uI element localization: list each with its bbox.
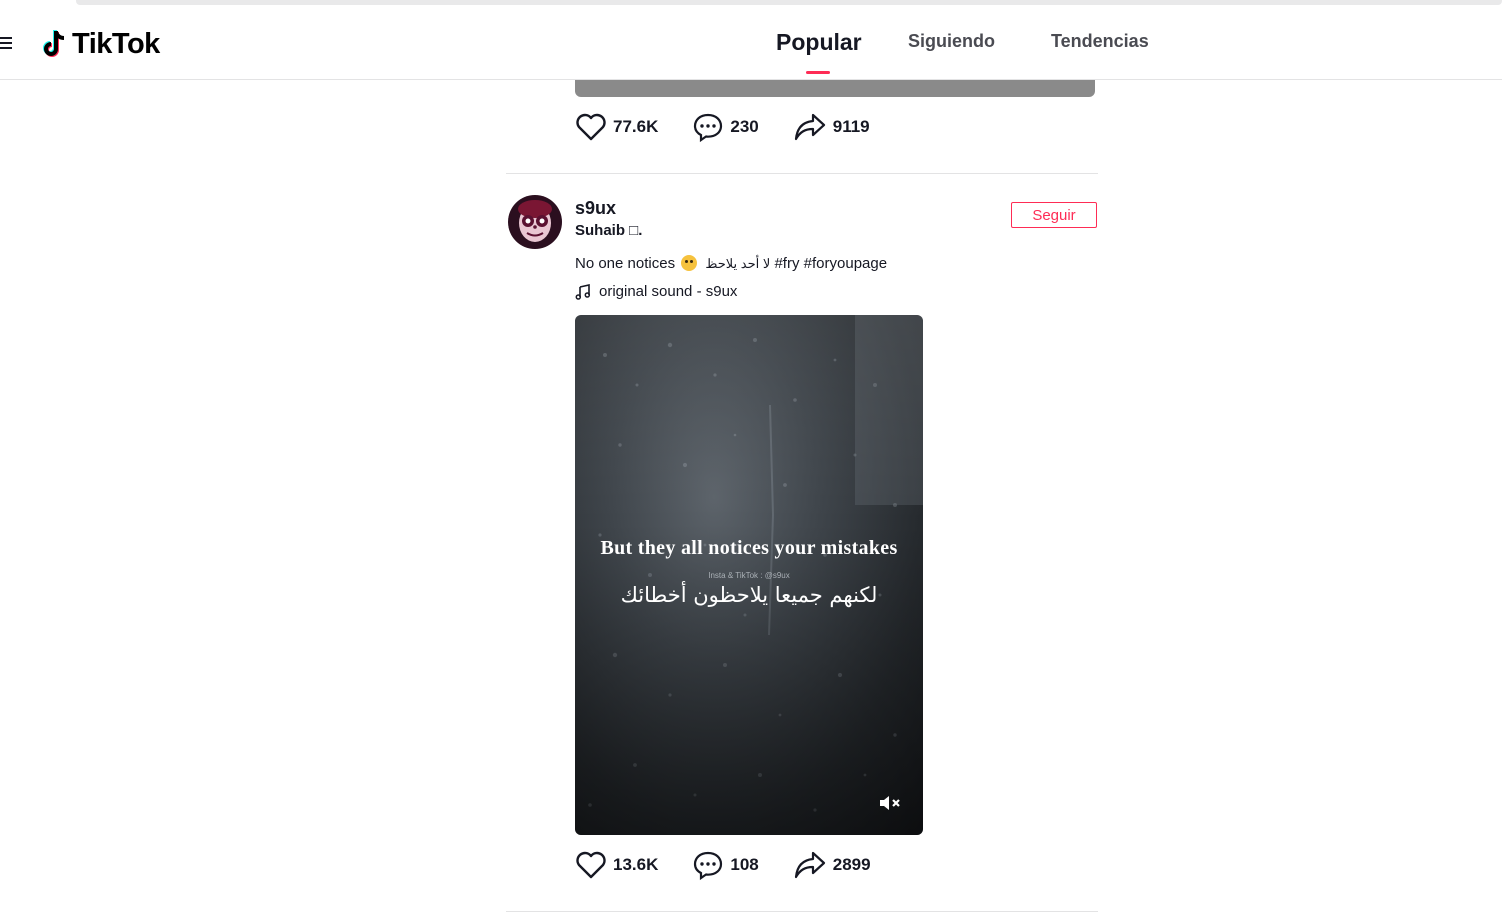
mute-icon	[880, 796, 900, 810]
browser-address-bar-edge	[76, 0, 1502, 5]
video-overlay-english: But they all notices your mistakes	[600, 537, 898, 559]
post-actions: 13.6K 108 2899	[575, 849, 871, 881]
tab-tendencias[interactable]: Tendencias	[1051, 31, 1149, 52]
mute-toggle[interactable]	[878, 793, 902, 813]
author-nickname: Suhaib □.	[575, 222, 643, 239]
share-button[interactable]: 2899	[793, 849, 871, 881]
music-note-icon	[575, 283, 591, 300]
previous-post-actions: 77.6K 230 9119	[575, 111, 870, 143]
logo-text: TikTok	[72, 27, 160, 60]
music-link[interactable]: original sound - s9ux	[575, 283, 737, 300]
top-navigation-bar: TikTok Popular Siguiendo Tendencias	[0, 9, 1502, 80]
like-button[interactable]: 77.6K	[575, 112, 658, 142]
share-icon	[794, 851, 825, 879]
browser-top-strip	[0, 0, 1502, 9]
follow-button[interactable]: Seguir	[1011, 202, 1097, 228]
hashtag-fry[interactable]: #fry	[774, 255, 799, 272]
heart-icon	[576, 113, 606, 141]
hashtag-foryoupage[interactable]: #foryoupage	[804, 255, 887, 272]
tiktok-logo[interactable]: TikTok	[42, 27, 160, 61]
tiktok-logo-icon	[43, 30, 65, 57]
tab-siguiendo[interactable]: Siguiendo	[908, 31, 995, 52]
comment-icon	[694, 113, 723, 143]
comment-icon	[694, 851, 723, 881]
comment-button[interactable]: 108	[692, 849, 759, 881]
like-count: 77.6K	[613, 117, 659, 136]
share-icon	[794, 113, 825, 141]
video-overlay-arabic: لكنهم جميعا يلاحظون أخطائك	[620, 583, 878, 607]
post-divider	[506, 173, 1098, 174]
author-username[interactable]: s9ux	[575, 198, 616, 219]
share-button[interactable]: 9119	[793, 111, 870, 143]
avatar-image	[508, 195, 562, 249]
share-count: 9119	[832, 117, 870, 136]
avatar[interactable]	[508, 195, 562, 249]
comment-count: 230	[730, 117, 759, 136]
caption-text: No one notices	[575, 255, 676, 272]
video-player[interactable]: But they all notices your mistakes Insta…	[575, 315, 923, 835]
tab-popular[interactable]: Popular	[776, 29, 862, 56]
video-overlay-credit: Insta & TikTok : @s9ux	[708, 571, 790, 580]
like-count: 13.6K	[613, 855, 659, 874]
comment-button[interactable]: 230	[692, 111, 759, 143]
active-tab-indicator	[806, 71, 830, 74]
caption-arabic: لا أحد يلاحظ	[705, 256, 771, 271]
rolling-eyes-emoji-icon	[681, 255, 698, 271]
previous-video-bottom[interactable]	[575, 80, 1095, 97]
share-count: 2899	[832, 855, 871, 874]
like-button[interactable]: 13.6K	[575, 850, 658, 880]
post-divider	[506, 911, 1098, 912]
menu-icon[interactable]	[0, 37, 14, 49]
post-caption: No one notices لا أحد يلاحظ #fry #foryou…	[575, 255, 887, 272]
music-title: original sound - s9ux	[599, 283, 738, 300]
comment-count: 108	[730, 855, 759, 874]
heart-icon	[576, 851, 606, 879]
